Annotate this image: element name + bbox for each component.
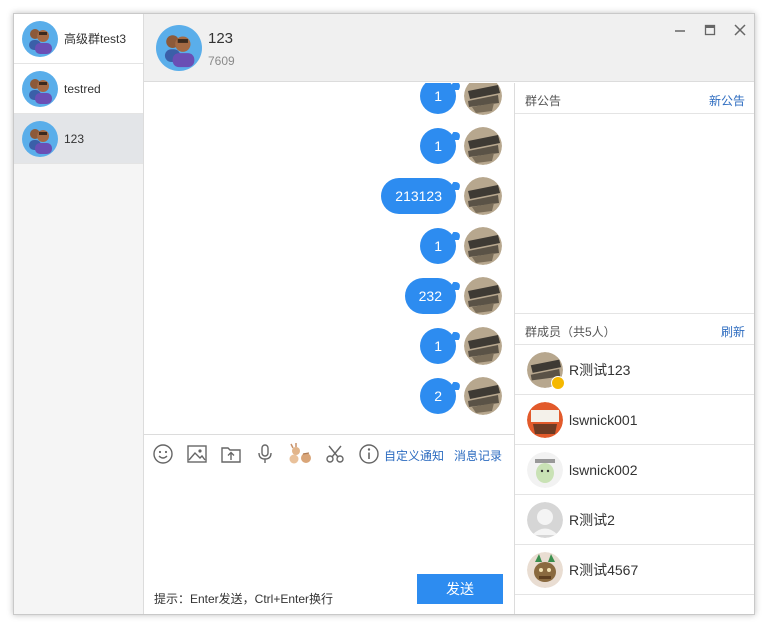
message-bubble[interactable]: 1 bbox=[420, 128, 456, 164]
input-toolbar: 自定义通知 消息记录 bbox=[144, 434, 514, 470]
session-name: testred bbox=[64, 81, 101, 96]
message-item: 1 bbox=[420, 327, 502, 365]
member-name: lswnick001 bbox=[569, 411, 638, 428]
message-history-link[interactable]: 消息记录 bbox=[454, 447, 502, 464]
member-avatar bbox=[527, 551, 563, 588]
user-avatar-icon[interactable] bbox=[464, 127, 502, 165]
session-item[interactable]: testred bbox=[14, 64, 143, 114]
maximize-icon[interactable] bbox=[702, 22, 718, 38]
group-info-panel: 群公告 新公告 群成员（共5人） 刷新 R测试123 lswnick001 ls… bbox=[514, 83, 754, 614]
member-name: R测试2 bbox=[569, 511, 615, 528]
message-bubble[interactable]: 2 bbox=[420, 378, 456, 414]
member-avatar bbox=[527, 351, 565, 390]
emoji-icon[interactable] bbox=[152, 443, 174, 465]
message-list[interactable]: 1 1 213123 1 232 1 2 bbox=[144, 83, 514, 434]
message-item: 213123 bbox=[381, 177, 502, 215]
chat-subtitle: 7609 bbox=[208, 54, 235, 68]
new-notice-link[interactable]: 新公告 bbox=[709, 92, 745, 109]
members-title: 群成员（共5人） bbox=[525, 325, 616, 339]
refresh-link[interactable]: 刷新 bbox=[721, 323, 745, 340]
user-avatar-icon[interactable] bbox=[464, 377, 502, 415]
group-avatar-icon[interactable] bbox=[156, 25, 202, 71]
member-item[interactable]: R测试4567 bbox=[515, 545, 754, 595]
members-header: 群成员（共5人） 刷新 bbox=[515, 314, 754, 345]
user-avatar-icon bbox=[527, 551, 563, 588]
member-avatar bbox=[527, 501, 563, 538]
upload-icon[interactable] bbox=[220, 443, 242, 465]
chat-title: 123 bbox=[208, 30, 234, 47]
notice-header: 群公告 新公告 bbox=[515, 83, 754, 114]
user-avatar-icon bbox=[527, 451, 563, 488]
message-item: 2 bbox=[420, 377, 502, 415]
message-item: 232 bbox=[404, 277, 502, 315]
close-icon[interactable] bbox=[732, 22, 748, 38]
default-avatar-icon bbox=[527, 501, 563, 538]
user-avatar-icon[interactable] bbox=[464, 177, 502, 215]
message-item: 1 bbox=[420, 227, 502, 265]
input-hint: 提示：Enter发送，Ctrl+Enter换行 bbox=[154, 592, 334, 606]
notice-title: 群公告 bbox=[525, 94, 562, 108]
scissors-icon[interactable] bbox=[324, 443, 346, 465]
rock-paper-scissors-icon[interactable] bbox=[288, 443, 314, 465]
member-avatar bbox=[527, 401, 563, 438]
group-avatar-icon bbox=[22, 20, 58, 57]
session-list: 高级群test3 testred 123 bbox=[14, 14, 144, 614]
member-avatar bbox=[527, 451, 563, 488]
chat-header: 123 7609 bbox=[144, 14, 754, 82]
image-icon[interactable] bbox=[186, 443, 208, 465]
user-avatar-icon[interactable] bbox=[464, 327, 502, 365]
group-avatar-icon bbox=[22, 120, 58, 157]
member-name: R测试123 bbox=[569, 361, 631, 378]
member-name: lswnick002 bbox=[569, 461, 638, 478]
message-item: 1 bbox=[420, 127, 502, 165]
notice-content bbox=[515, 114, 754, 314]
user-avatar-icon[interactable] bbox=[464, 277, 502, 315]
message-input[interactable] bbox=[144, 470, 514, 582]
minimize-icon[interactable] bbox=[672, 22, 688, 38]
member-item[interactable]: R测试2 bbox=[515, 495, 754, 545]
message-bubble[interactable]: 213123 bbox=[381, 178, 456, 214]
user-avatar-icon[interactable] bbox=[464, 83, 502, 115]
user-avatar-icon bbox=[527, 401, 563, 438]
message-bubble[interactable]: 232 bbox=[404, 278, 456, 314]
group-avatar-icon bbox=[22, 70, 58, 107]
member-item[interactable]: R测试123 bbox=[515, 345, 754, 395]
member-item[interactable]: lswnick002 bbox=[515, 445, 754, 495]
send-button[interactable]: 发送 bbox=[417, 574, 503, 604]
member-name: R测试4567 bbox=[569, 561, 639, 578]
session-name: 高级群test3 bbox=[64, 32, 127, 46]
session-name: 123 bbox=[64, 131, 85, 146]
owner-badge-icon bbox=[551, 375, 565, 390]
info-icon[interactable] bbox=[358, 443, 380, 465]
custom-notification-link[interactable]: 自定义通知 bbox=[384, 447, 444, 464]
message-bubble[interactable]: 1 bbox=[420, 83, 456, 114]
user-avatar-icon[interactable] bbox=[464, 227, 502, 265]
chat-window: 高级群test3 testred 123 123 7609 1 1 213123… bbox=[13, 13, 755, 615]
message-bubble[interactable]: 1 bbox=[420, 328, 456, 364]
session-item-active[interactable]: 123 bbox=[14, 114, 143, 164]
member-item[interactable]: lswnick001 bbox=[515, 395, 754, 445]
message-item: 1 bbox=[420, 83, 502, 115]
microphone-icon[interactable] bbox=[254, 443, 276, 465]
session-item[interactable]: 高级群test3 bbox=[14, 14, 143, 64]
message-bubble[interactable]: 1 bbox=[420, 228, 456, 264]
